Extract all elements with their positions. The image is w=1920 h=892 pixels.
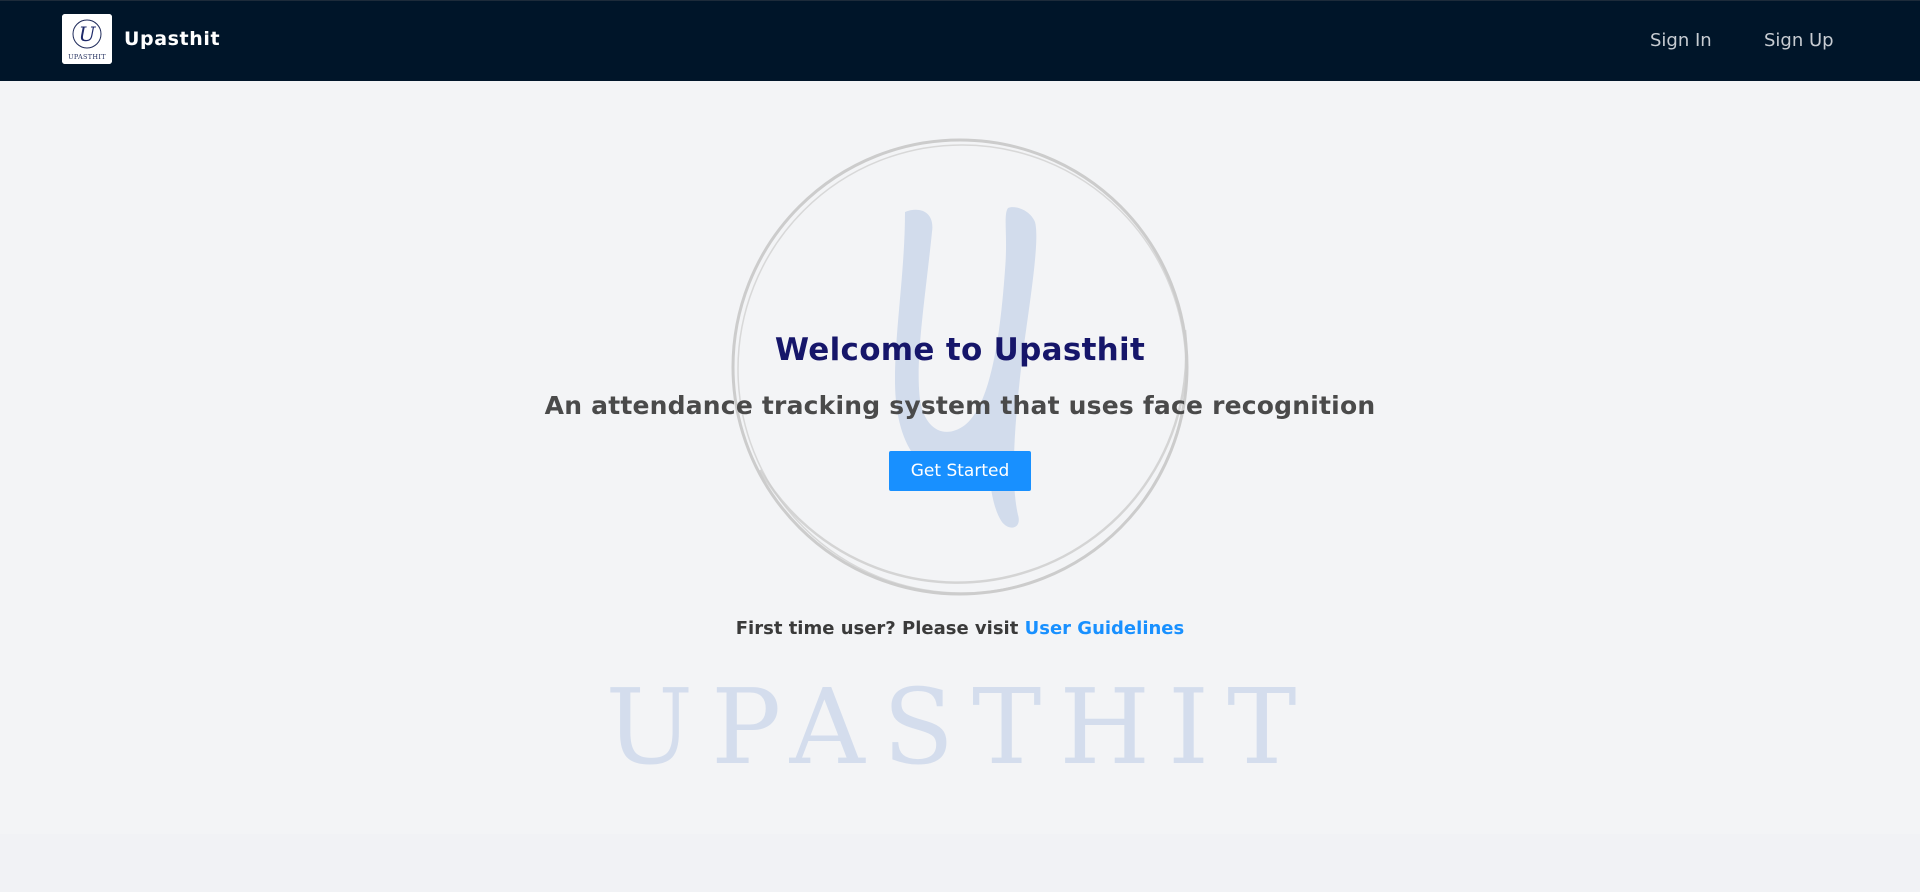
hero-title: Welcome to Upasthit — [774, 332, 1146, 368]
nav-sign-in-link[interactable]: Sign In — [1650, 30, 1712, 51]
first-time-user-note: First time user? Please visit User Guide… — [0, 618, 1920, 639]
page-footer — [0, 834, 1920, 892]
hero-subtitle: An attendance tracking system that uses … — [544, 391, 1376, 420]
svg-text:U: U — [79, 22, 97, 46]
guidelines-prefix-text: First time user? Please visit — [735, 618, 1019, 639]
brand-name: Upasthit — [124, 28, 221, 50]
watermark-wordmark: UPASTHIT — [606, 666, 1315, 788]
user-guidelines-link[interactable]: User Guidelines — [1025, 618, 1185, 639]
get-started-button[interactable]: Get Started — [889, 451, 1031, 491]
hero-watermark-logo: UPASTHIT — [606, 138, 1315, 788]
brand-home-link[interactable]: U UPASTHIT Upasthit — [62, 14, 220, 64]
top-navbar: U UPASTHIT Upasthit Sign In Sign Up — [0, 0, 1920, 81]
svg-text:UPASTHIT: UPASTHIT — [68, 53, 106, 61]
brand-logo-icon: U UPASTHIT — [62, 14, 112, 64]
nav-sign-up-link[interactable]: Sign Up — [1764, 30, 1834, 51]
